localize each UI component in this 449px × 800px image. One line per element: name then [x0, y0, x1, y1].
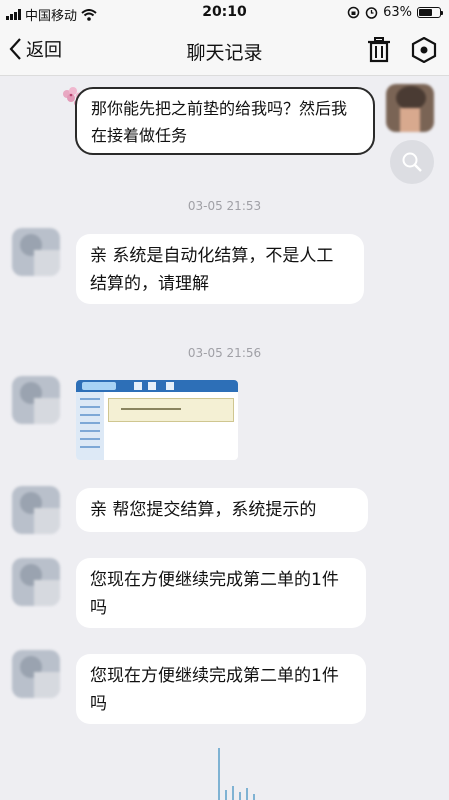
screenshot-sidebar	[76, 392, 104, 460]
timestamp: 03-05 21:53	[187, 199, 262, 213]
message-bubble[interactable]: 那你能先把之前垫的给我吗？然后我在接着做任务	[75, 87, 375, 155]
status-bar: 中国移动 20:10 63%	[0, 0, 449, 26]
message-bubble[interactable]: 亲 系统是自动化结算，不是人工结算的，请理解	[76, 234, 364, 304]
avatar[interactable]	[12, 376, 60, 424]
voice-waveform	[218, 748, 255, 800]
avatar[interactable]	[12, 486, 60, 534]
message-text: 您现在方便继续完成第二单的1件吗	[90, 666, 339, 714]
avatar[interactable]	[12, 650, 60, 698]
screenshot-dialog	[108, 398, 234, 422]
avatar[interactable]	[12, 228, 60, 276]
message-bubble[interactable]: 您现在方便继续完成第二单的1件吗	[76, 558, 366, 628]
message-text: 您现在方便继续完成第二单的1件吗	[90, 570, 339, 618]
alarm-icon	[365, 7, 378, 19]
screenshot-logo	[82, 382, 116, 390]
nav-bar: 返回 聊天记录	[0, 26, 449, 76]
search-icon	[402, 152, 422, 172]
message-bubble[interactable]: 您现在方便继续完成第二单的1件吗	[76, 654, 366, 724]
search-button[interactable]	[390, 140, 434, 184]
message-text: 那你能先把之前垫的给我吗？然后我在接着做任务	[91, 99, 348, 145]
screenshot-toolbar-icon	[166, 382, 174, 390]
message-text: 亲 系统是自动化结算，不是人工结算的，请理解	[90, 246, 334, 294]
battery-percent: 63%	[383, 5, 412, 20]
screenshot-toolbar-icon	[148, 382, 156, 390]
message-text: 亲 帮您提交结算，系统提示的	[90, 500, 317, 520]
avatar[interactable]	[386, 84, 434, 132]
image-message[interactable]	[76, 380, 238, 460]
avatar[interactable]	[12, 558, 60, 606]
status-right: 63%	[347, 5, 443, 20]
settings-icon[interactable]	[411, 37, 437, 63]
screenshot-toolbar-icon	[134, 382, 142, 390]
battery-icon	[417, 7, 443, 18]
trash-icon[interactable]	[367, 37, 391, 63]
battery-fill	[419, 9, 432, 16]
timestamp: 03-05 21:56	[187, 346, 262, 360]
rotation-lock-icon	[347, 6, 360, 19]
message-bubble[interactable]: 亲 帮您提交结算，系统提示的	[76, 488, 368, 532]
